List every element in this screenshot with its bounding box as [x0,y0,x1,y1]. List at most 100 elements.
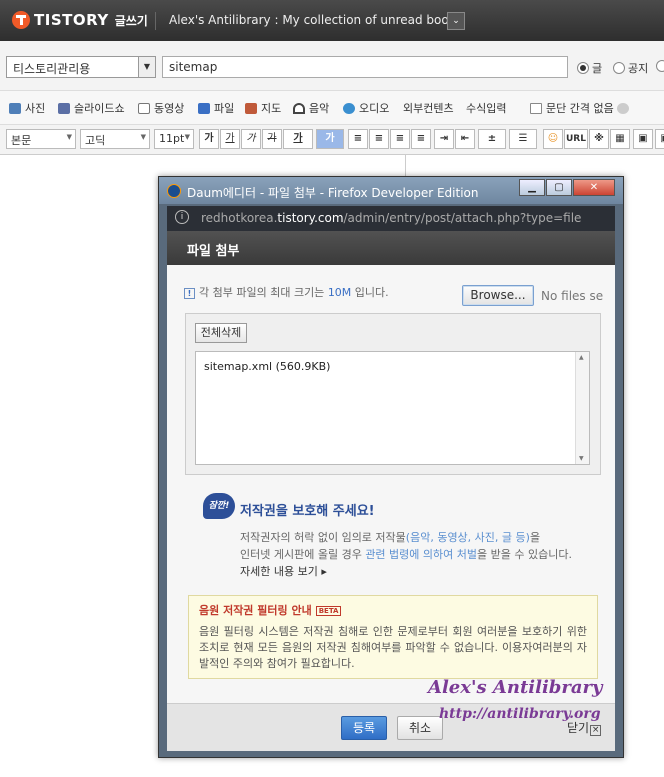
radio-post-label: 글 [592,62,603,75]
tool-external[interactable]: 외부컨텐츠 [403,100,454,116]
text-color-button[interactable]: 가 [283,129,313,149]
browse-button[interactable]: Browse... [462,285,534,306]
cancel-button[interactable]: 취소 [397,716,443,740]
category-select[interactable]: 티스토리관리용 ▼ [6,56,156,78]
file-list[interactable]: sitemap.xml (560.9KB) [195,351,590,465]
align-left-button[interactable]: ≡ [348,129,368,149]
dialog-titlebar[interactable]: Daum에디터 - 파일 첨부 - Firefox Developer Edit… [159,177,623,204]
file-icon [198,102,210,114]
more-link[interactable]: 자세한 내용 보기 ▸ [240,563,327,579]
radio-extra[interactable] [656,60,664,72]
align-center-button[interactable]: ≡ [369,129,389,149]
dialog-body: ! 각 첨부 파일의 최대 크기는 10M 입니다. Browse... No f… [167,265,615,703]
copyright-line2: 인터넷 게시판에 올릴 경우 관련 법령에 의하여 처벌을 받을 수 있습니다. [240,546,572,562]
tool-video[interactable]: 동영상 [138,100,184,116]
more-icon[interactable]: ▣ [655,129,664,149]
filter-text: 음원 필터링 시스템은 저작권 침해로 인한 문제로부터 회원 여러분을 보호하… [199,625,587,670]
url-button[interactable]: URL [564,129,588,149]
radio-notice[interactable]: 공지 [613,60,648,76]
filter-title: 음원 저작권 필터링 안내 BETA [199,602,587,618]
scrollbar[interactable] [575,352,589,464]
url-subdomain: redhotkorea. [201,211,278,225]
slideshow-icon [58,102,70,114]
url-path: /admin/entry/post/attach.php?type=file [343,211,582,225]
bold-button[interactable]: 가 [199,129,219,149]
chevron-down-icon[interactable]: ▼ [138,57,155,77]
tool-slideshow[interactable]: 슬라이드쇼 [58,100,125,116]
chevron-down-icon: ▼ [66,133,72,141]
notice-text-end: 입니다. [351,286,389,299]
no-files-label: No files se [541,289,604,303]
italic-button[interactable]: 가 [241,129,261,149]
tool-map[interactable]: 지도 [245,100,281,116]
underline-button[interactable]: 가 [220,129,240,149]
size-notice: ! 각 첨부 파일의 최대 크기는 10M 입니다. [184,284,389,300]
submit-button[interactable]: 등록 [341,716,387,740]
close-icon[interactable]: ✕ [573,179,615,196]
insert-toolbar: 사진 슬라이드쇼 동영상 파일 지도 음악 오디오 외부컨텐츠 수식입력 문단 … [0,91,664,125]
firefox-icon [167,184,181,198]
close-link[interactable]: 닫기 × [567,721,602,736]
line-link: 관련 법령에 의하여 처벌 [365,548,478,561]
close-icon[interactable]: × [590,725,602,736]
tistory-logo[interactable]: TISTORY 글쓰기 [12,11,148,29]
block-style-select[interactable]: 본문 ▼ [6,129,76,149]
radio-notice-label: 공지 [628,62,649,75]
tool-audio[interactable]: 오디오 [343,100,389,116]
list-item[interactable]: sitemap.xml (560.9KB) [204,360,330,373]
exclamation-icon: ! [184,288,195,299]
title-input[interactable]: sitemap [162,56,568,78]
divider [155,12,156,30]
tistory-logo-icon [12,11,30,29]
copyright-line1: 저작권자의 허락 없이 임의로 저작물(음악, 동영상, 사진, 글 등)을 [240,529,540,545]
emoticon-icon[interactable]: ☺ [543,129,563,149]
indent-button[interactable]: ⇥ [434,129,454,149]
file-attach-dialog: Daum에디터 - 파일 첨부 - Firefox Developer Edit… [158,176,624,758]
notice-text: 각 첨부 파일의 최대 크기는 [199,286,328,299]
write-label: 글쓰기 [114,13,148,28]
radio-post[interactable]: 글 [577,60,602,76]
list-button[interactable]: ☰ [509,129,537,149]
checkbox-icon[interactable] [530,102,542,114]
tool-label: 오디오 [359,102,390,115]
line-height-button[interactable]: ± [478,129,506,149]
dialog-header: 파일 첨부 [167,231,615,265]
align-right-button[interactable]: ≡ [390,129,410,149]
category-value: 티스토리관리용 [13,62,91,76]
tool-label: 파일 [214,102,235,115]
strike-button[interactable]: 가 [262,129,282,149]
tool-file[interactable]: 파일 [198,100,234,116]
dialog-window-title: Daum에디터 - 파일 첨부 - Firefox Developer Edit… [187,186,479,200]
radio-notice-button[interactable] [613,62,625,74]
beta-badge: BETA [315,606,342,616]
delete-all-button[interactable]: 전체삭제 [195,323,247,343]
tool-music[interactable]: 음악 [293,100,329,116]
tool-label: 사진 [25,102,46,115]
tool-formula[interactable]: 수식입력 [466,100,506,116]
radio-extra-button[interactable] [656,60,664,72]
outdent-button[interactable]: ⇤ [455,129,475,149]
maximize-icon[interactable]: ▢ [546,179,572,196]
no-spacing-toggle[interactable]: 문단 간격 없음 [530,100,633,116]
chevron-down-icon: ▼ [184,133,190,141]
notice-size: 10M [327,286,352,299]
line-text: 을 [529,531,541,544]
logo-text: TISTORY [34,11,109,29]
info-icon[interactable]: i [175,210,189,224]
url-bar[interactable]: i redhotkorea.tistory.com/admin/entry/po… [167,206,615,231]
line-text: 저작권자의 허락 없이 임의로 저작물 [240,531,406,544]
minimize-icon[interactable]: ▁ [519,179,545,196]
table-icon[interactable]: ▦ [610,129,630,149]
help-icon[interactable] [616,102,629,114]
special-char-button[interactable]: ※ [589,129,609,149]
radio-post-button[interactable] [577,62,589,74]
blog-dropdown-button[interactable]: ⌄ [447,12,465,30]
justify-button[interactable]: ≡ [411,129,431,149]
highlight-button[interactable]: 가 [316,129,344,149]
font-size-select[interactable]: 11pt ▼ [154,129,194,149]
tool-photo[interactable]: 사진 [9,100,45,116]
font-select[interactable]: 고딕 ▼ [80,129,150,149]
music-filter-notice: 음원 저작권 필터링 안내 BETA 음원 필터링 시스템은 저작권 침해로 인한… [188,595,598,679]
line-text: 을 받을 수 있습니다. [477,548,572,561]
layout-icon[interactable]: ▣ [633,129,653,149]
